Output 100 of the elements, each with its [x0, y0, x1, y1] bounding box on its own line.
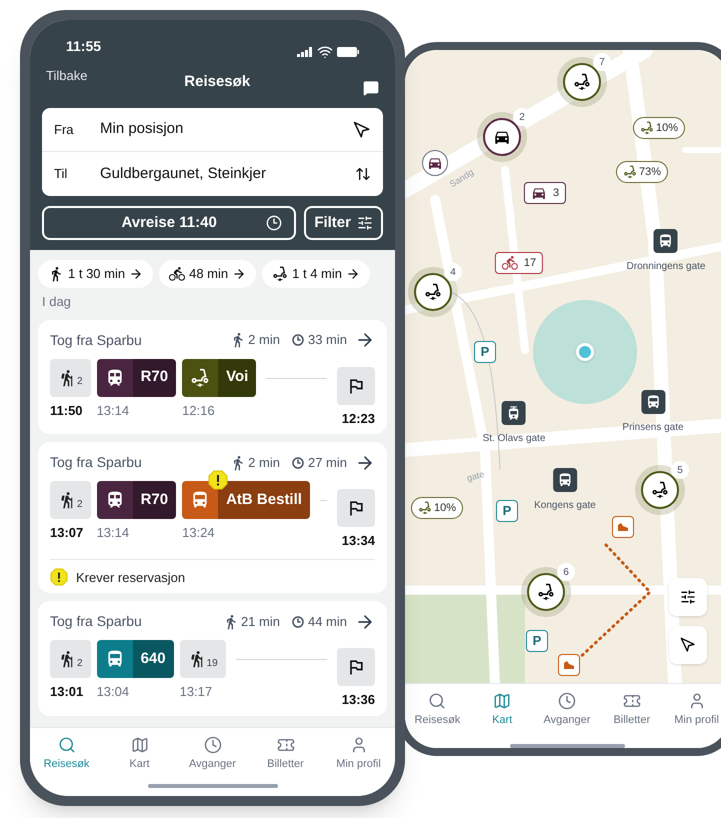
map-icon — [493, 692, 512, 710]
walk-duration: 2 min — [248, 454, 280, 472]
warning-icon — [208, 470, 228, 490]
tab-bar-item[interactable]: Kart — [103, 736, 176, 772]
clock-icon — [558, 692, 576, 710]
leg-time: 13:01 — [50, 683, 84, 701]
clock-icon — [204, 736, 222, 754]
chat-icon[interactable] — [363, 80, 379, 96]
from-field[interactable]: Min posisjon — [100, 118, 353, 141]
scooter-icon — [272, 266, 288, 282]
trip-card[interactable]: Tog fra Sparbu 2 min 27 min 2 13:07 R70 13:14 AtB Bestill 13:24 13:34 Krever reservasjon — [38, 442, 387, 593]
clock-icon — [266, 215, 282, 231]
stop-marker[interactable] — [502, 401, 526, 425]
walk-minutes: 2 — [77, 498, 83, 512]
stop-marker[interactable] — [553, 468, 577, 492]
sliders-icon — [357, 215, 373, 231]
bus-icon — [557, 472, 573, 488]
tab-bar-item[interactable]: Avganger — [176, 736, 249, 772]
departure-time-button[interactable]: Avreise 11:40 — [42, 206, 296, 240]
parking-marker[interactable]: P — [496, 500, 518, 522]
trip-card[interactable]: Tog fra Sparbu 2 min 33 min 2 11:50 R70 13:14 Voi 12:16 12:23 — [38, 320, 387, 434]
stop-name: Dronningens gate — [626, 260, 706, 274]
clock-icon — [292, 616, 304, 628]
leg-time: 13:07 — [50, 524, 84, 542]
tab-bar-item[interactable]: Reisesøk — [405, 692, 470, 728]
map-filter-button[interactable] — [669, 578, 707, 616]
search-icon — [58, 736, 76, 754]
line-name: Voi — [218, 358, 256, 396]
clock-icon — [292, 456, 304, 468]
stop-name: Prinsens gate — [622, 421, 684, 435]
tab-bar-item[interactable]: Billetter — [599, 692, 664, 728]
stop-marker[interactable] — [641, 390, 665, 414]
arrow-right-icon — [232, 267, 246, 281]
trip-duration: 33 min — [308, 331, 347, 350]
parking-marker[interactable]: P — [526, 630, 548, 652]
tab-bar-item[interactable]: Reisesøk — [30, 736, 103, 772]
street-name: gate — [466, 468, 486, 486]
leg-time: 13:14 — [96, 402, 130, 420]
stop-marker[interactable] — [654, 229, 678, 253]
travel-mode-chip[interactable]: 1 t 30 min — [38, 260, 154, 288]
search-icon — [428, 692, 446, 710]
back-link[interactable]: Tilbake — [46, 66, 88, 86]
my-location-button[interactable] — [669, 626, 707, 664]
bicycle-icon — [502, 255, 518, 271]
scooter-icon — [622, 165, 637, 179]
field-label: Til — [54, 165, 68, 184]
tab-bar-item[interactable]: Kart — [470, 692, 535, 728]
status-time: 11:55 — [66, 36, 102, 56]
line-name: R70 — [132, 358, 176, 396]
trip-card[interactable]: Tog fra Sparbu 21 min 44 min 2 13:01 640 13:04 19 13:17 13:36 — [38, 601, 387, 716]
tab-bar-item[interactable]: Min profil — [322, 736, 395, 772]
swap-icon[interactable] — [355, 166, 371, 182]
scooter-icon — [537, 583, 555, 601]
shoe-marker[interactable] — [558, 654, 580, 676]
arrival-time: 13:34 — [342, 532, 375, 550]
battery-bubble-marker[interactable]: 73% — [616, 161, 668, 183]
travel-mode-chip[interactable]: 1 t 4 min — [262, 260, 370, 288]
scooter-icon — [651, 481, 669, 499]
scooter-icon — [640, 121, 654, 135]
parking-marker[interactable]: P — [474, 341, 496, 363]
tab-bar-item[interactable]: Min profil — [664, 692, 721, 728]
leg-time: 12:16 — [182, 402, 215, 420]
scooter-icon — [190, 368, 210, 388]
arrival-time: 12:23 — [342, 410, 375, 428]
bus-icon — [645, 394, 661, 410]
battery-icon — [337, 47, 359, 57]
shoe-marker[interactable] — [612, 516, 634, 538]
trip-title: Tog fra Sparbu — [50, 330, 142, 350]
leg-time: 13:04 — [96, 683, 130, 701]
notice-text: Krever reservasjon — [76, 568, 186, 587]
trip-title: Tog fra Sparbu — [50, 453, 142, 472]
tab-bar-item[interactable]: Billetter — [249, 736, 322, 772]
wifi-icon — [317, 44, 333, 60]
filter-button[interactable]: Filter — [304, 206, 383, 240]
warning-icon — [50, 568, 68, 586]
walk-minutes: 2 — [77, 375, 83, 389]
vehicle-count-marker[interactable]: 17 — [494, 252, 544, 274]
location-arrow-icon[interactable] — [353, 120, 371, 138]
vehicle-count-marker[interactable]: 3 — [524, 182, 566, 204]
stop-name: Kongens gate — [534, 499, 596, 513]
line-name: 640 — [132, 640, 174, 678]
scooter-icon — [418, 501, 432, 515]
bus-icon — [658, 233, 674, 249]
battery-bubble-marker[interactable]: 10% — [410, 497, 464, 519]
arrow-right-icon — [346, 267, 360, 281]
walk-minutes: 2 — [77, 656, 83, 670]
to-field[interactable]: Guldbergaunet, Steinkjer — [100, 162, 355, 186]
tab-bar-item[interactable]: Avganger — [534, 692, 600, 728]
travel-mode-chip[interactable]: 48 min — [159, 260, 256, 288]
field-label: Fra — [54, 120, 74, 139]
clock-icon — [292, 334, 304, 346]
leg-time: 11:50 — [50, 402, 83, 420]
battery-bubble-marker[interactable]: 10% — [632, 117, 686, 139]
scooter-icon — [573, 73, 591, 91]
bicycle-icon — [169, 266, 186, 282]
trip-duration: 44 min — [308, 612, 347, 631]
leg-time: 13:14 — [96, 524, 130, 542]
screen-title: Reisesøk — [183, 72, 252, 92]
day-label: I dag — [41, 293, 72, 311]
trip-title: Tog fra Sparbu — [50, 612, 142, 631]
